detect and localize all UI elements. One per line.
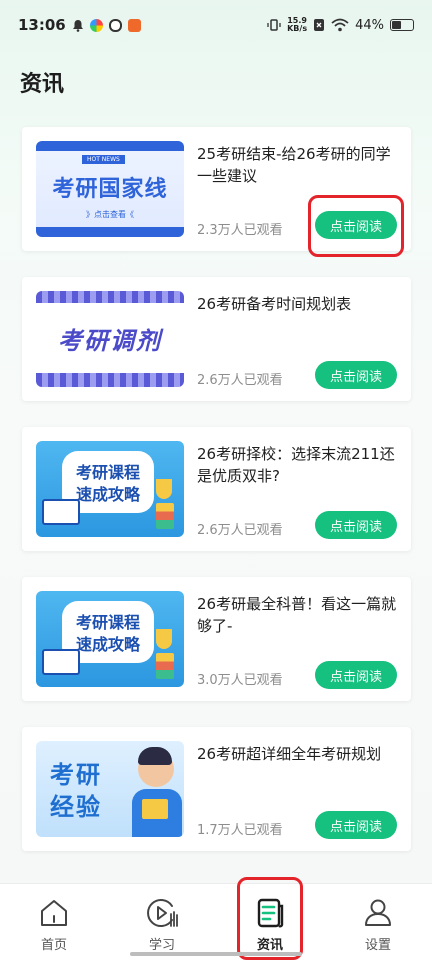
status-right: 15.9 KB/s 44% [267,17,414,33]
article-card[interactable]: 考研 经验 26考研超详细全年考研规划 1.7万人已观看 点击阅读 [22,727,411,851]
thumb-band-bottom [36,373,184,387]
thumb-headline: 考研调剂 [58,327,162,355]
thumb-headline-line1: 考研 [50,761,102,789]
article-views: 2.6万人已观看 [197,523,283,538]
nav-label-study: 学习 [148,938,175,953]
highlight-box-news-tab [237,877,303,960]
thumb-headline-line1: 考研课程 [75,613,140,632]
monitor-icon [42,649,80,675]
trophy-icon [156,479,172,499]
read-button[interactable]: 点击阅读 [315,661,397,689]
read-button[interactable]: 点击阅读 [315,811,397,839]
battery-percent: 44% [355,17,384,33]
status-bar: 13:06 15.9 KB/s 44% [0,0,432,50]
page-title: 资讯 [20,72,65,97]
article-thumbnail[interactable]: 考研课程 速成攻略 [36,441,184,537]
thumb-band-bottom [36,227,184,237]
thumb-band-top [36,291,184,303]
article-title[interactable]: 26考研备考时间规划表 [197,293,397,315]
app-icon-orange [127,18,141,32]
nav-item-home[interactable]: 首页 [0,884,108,964]
books-icon [156,653,174,679]
home-indicator[interactable] [130,952,302,956]
vibrate-icon [267,19,281,31]
article-list: HOT NEWS 考研国家线 》点击查看《 25考研结束-给26考研的同学一些建… [22,127,411,877]
thumb-band-top [36,141,184,151]
trophy-icon [156,629,172,649]
article-thumbnail[interactable]: 考研课程 速成攻略 [36,591,184,687]
thumb-subtext: 》点击查看《 [86,210,134,219]
net-speed-unit: KB/s [287,24,308,33]
play-study-icon [147,899,178,927]
article-card[interactable]: 考研调剂 26考研备考时间规划表 2.6万人已观看 点击阅读 [22,277,411,401]
nav-label-settings: 设置 [364,938,391,953]
article-views: 2.6万人已观看 [197,373,283,388]
thumb-headline: 考研国家线 [52,177,168,202]
status-time: 13:06 [18,16,66,34]
article-card[interactable]: HOT NEWS 考研国家线 》点击查看《 25考研结束-给26考研的同学一些建… [22,127,411,257]
article-views: 3.0万人已观看 [197,673,283,688]
person-hair-illustration [138,747,172,765]
home-icon [41,900,67,926]
article-title[interactable]: 26考研最全科普！看这一篇就够了- [197,593,397,637]
article-thumbnail[interactable]: HOT NEWS 考研国家线 》点击查看《 [36,141,184,237]
article-title[interactable]: 26考研择校：选择末流211还是优质双非? [197,443,397,487]
user-settings-icon [365,899,391,926]
highlight-box-read-button [308,195,404,257]
status-left: 13:06 [18,16,141,34]
bell-icon [72,19,83,32]
article-thumbnail[interactable]: 考研 经验 [36,741,184,837]
read-button[interactable]: 点击阅读 [315,511,397,539]
read-button[interactable]: 点击阅读 [315,361,397,389]
article-title[interactable]: 25考研结束-给26考研的同学一些建议 [197,143,397,187]
thumb-tag: HOT NEWS [82,155,125,164]
battery-icon [390,19,414,31]
nav-label-home: 首页 [40,938,67,953]
app-icon-colorful [89,18,103,32]
article-card[interactable]: 考研课程 速成攻略 26考研择校：选择末流211还是优质双非? 2.6万人已观看… [22,427,411,551]
article-card[interactable]: 考研课程 速成攻略 26考研最全科普！看这一篇就够了- 3.0万人已观看 点击阅… [22,577,411,701]
article-title[interactable]: 26考研超详细全年考研规划 [197,743,397,765]
article-thumbnail[interactable]: 考研调剂 [36,291,184,387]
app-icon-link [108,18,122,32]
thumb-headline-line1: 考研课程 [75,463,140,482]
books-icon [156,503,174,529]
nav-item-settings[interactable]: 设置 [324,884,432,964]
sim-x-icon [314,19,325,31]
thumb-headline-line2: 经验 [50,793,102,821]
monitor-icon [42,499,80,525]
article-views: 1.7万人已观看 [197,823,283,838]
wifi-icon [331,18,349,32]
book-icon [142,799,168,819]
net-speed: 15.9 KB/s [287,17,307,33]
article-views: 2.3万人已观看 [197,223,283,238]
